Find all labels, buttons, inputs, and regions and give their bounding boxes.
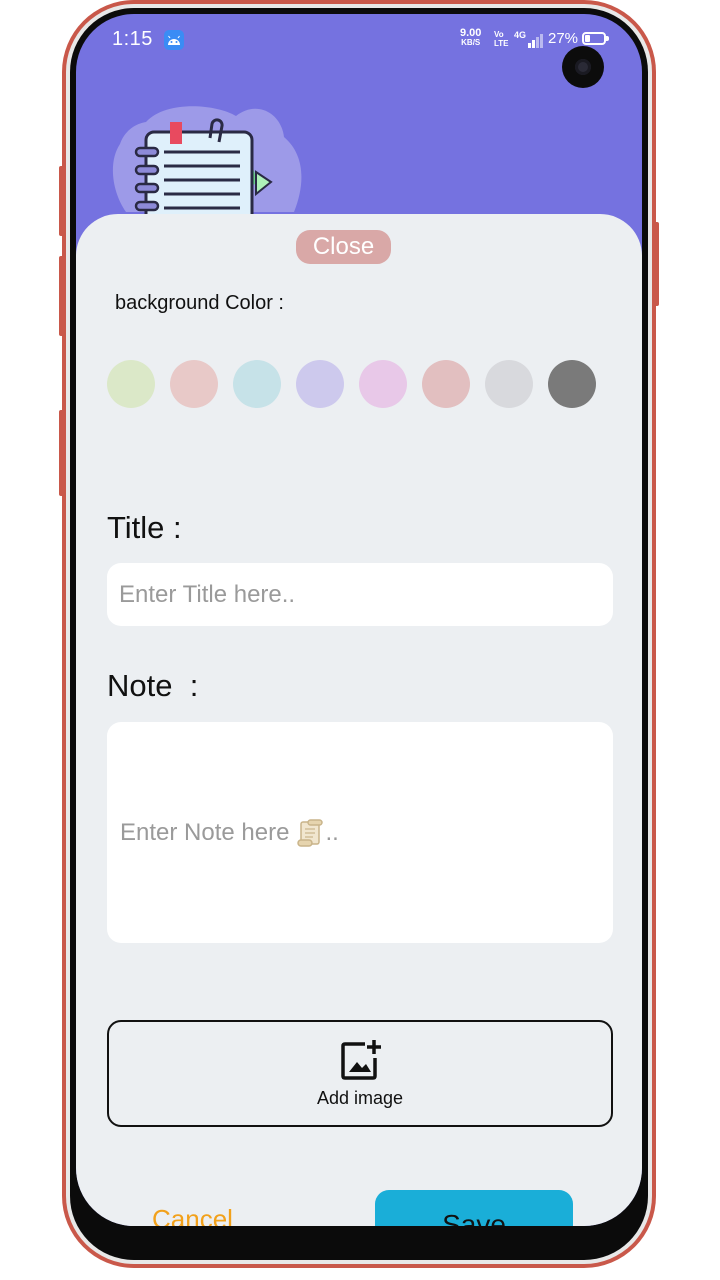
save-button[interactable]: Save xyxy=(375,1190,573,1226)
phone-side-button xyxy=(59,410,64,496)
volte-indicator: Vo LTE xyxy=(494,30,509,48)
battery-percent: 27% xyxy=(548,30,579,47)
phone-side-button xyxy=(654,222,659,306)
color-swatch[interactable] xyxy=(359,360,407,408)
color-swatch[interactable] xyxy=(296,360,344,408)
note-input[interactable]: Enter Note here .. xyxy=(107,722,613,943)
phone-side-button xyxy=(59,256,64,336)
add-note-sheet: Close background Color : Title : Note : … xyxy=(76,214,642,1226)
note-placeholder-suffix: .. xyxy=(325,818,339,846)
add-photo-icon xyxy=(341,1040,381,1080)
note-placeholder: Enter Note here xyxy=(120,818,290,846)
net-speed: 9.00 KB/S xyxy=(460,28,481,48)
notepad-illustration-icon xyxy=(112,106,302,222)
color-swatch[interactable] xyxy=(422,360,470,408)
color-swatch[interactable] xyxy=(170,360,218,408)
close-button[interactable]: Close xyxy=(296,230,391,264)
background-color-label: background Color : xyxy=(115,292,284,314)
network-type: 4G xyxy=(514,30,527,40)
battery-icon xyxy=(582,32,609,45)
color-swatch[interactable] xyxy=(107,360,155,408)
front-camera xyxy=(562,46,604,88)
add-image-button[interactable]: Add image xyxy=(107,1020,613,1127)
color-swatch[interactable] xyxy=(485,360,533,408)
phone-side-button xyxy=(59,166,64,236)
scroll-emoji-icon xyxy=(297,818,324,847)
signal-icon xyxy=(528,34,543,48)
color-swatch[interactable] xyxy=(548,360,596,408)
add-image-label: Add image xyxy=(316,1088,404,1108)
cancel-button[interactable]: Cancel xyxy=(152,1204,233,1226)
status-bar: 1:15 9.00 KB/S Vo LTE 4G 27% xyxy=(76,14,642,70)
android-notification-icon xyxy=(164,30,184,50)
status-time: 1:15 xyxy=(112,28,153,50)
title-label: Title : xyxy=(107,510,182,545)
net-speed-unit: KB/S xyxy=(461,38,481,47)
color-swatch[interactable] xyxy=(233,360,281,408)
app-screen: 1:15 9.00 KB/S Vo LTE 4G 27% Close backg… xyxy=(76,14,642,1226)
title-input[interactable] xyxy=(107,563,613,626)
note-label: Note : xyxy=(107,668,199,703)
